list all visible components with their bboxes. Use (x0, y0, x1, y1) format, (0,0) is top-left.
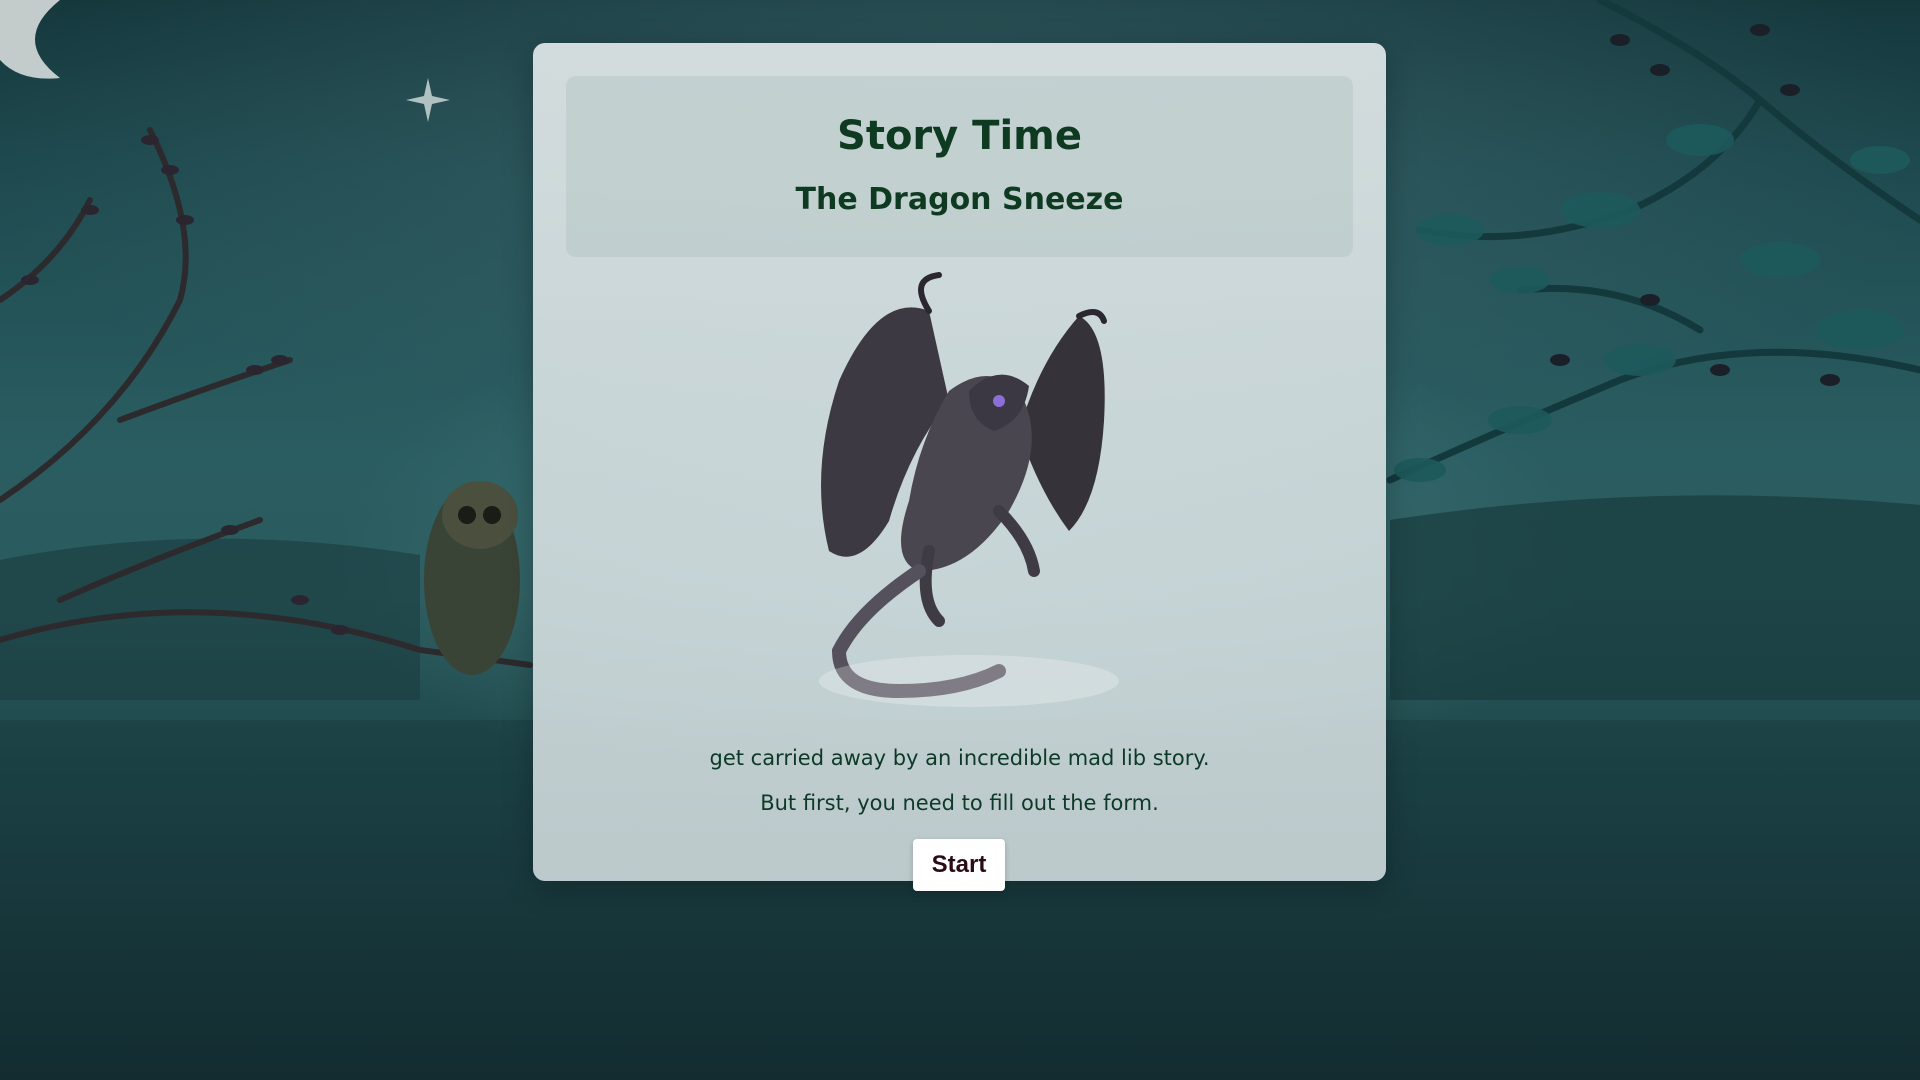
story-card: Story Time The Dragon Sneeze get carried… (533, 43, 1386, 891)
moon-icon (0, 0, 60, 79)
intro-text: get carried away by an incredible mad li… (709, 746, 1210, 770)
start-button[interactable]: Start (913, 839, 1005, 891)
story-title: The Dragon Sneeze (795, 182, 1124, 217)
treeline (0, 538, 420, 700)
instruction-text: But first, you need to fill out the form… (760, 791, 1159, 815)
story-header: Story Time The Dragon Sneeze (566, 76, 1353, 257)
treeline-right (1390, 495, 1920, 700)
star-icon (406, 78, 450, 122)
page-title: Story Time (837, 113, 1082, 159)
dragon-illustration (819, 272, 1119, 707)
owl-icon (424, 481, 520, 675)
